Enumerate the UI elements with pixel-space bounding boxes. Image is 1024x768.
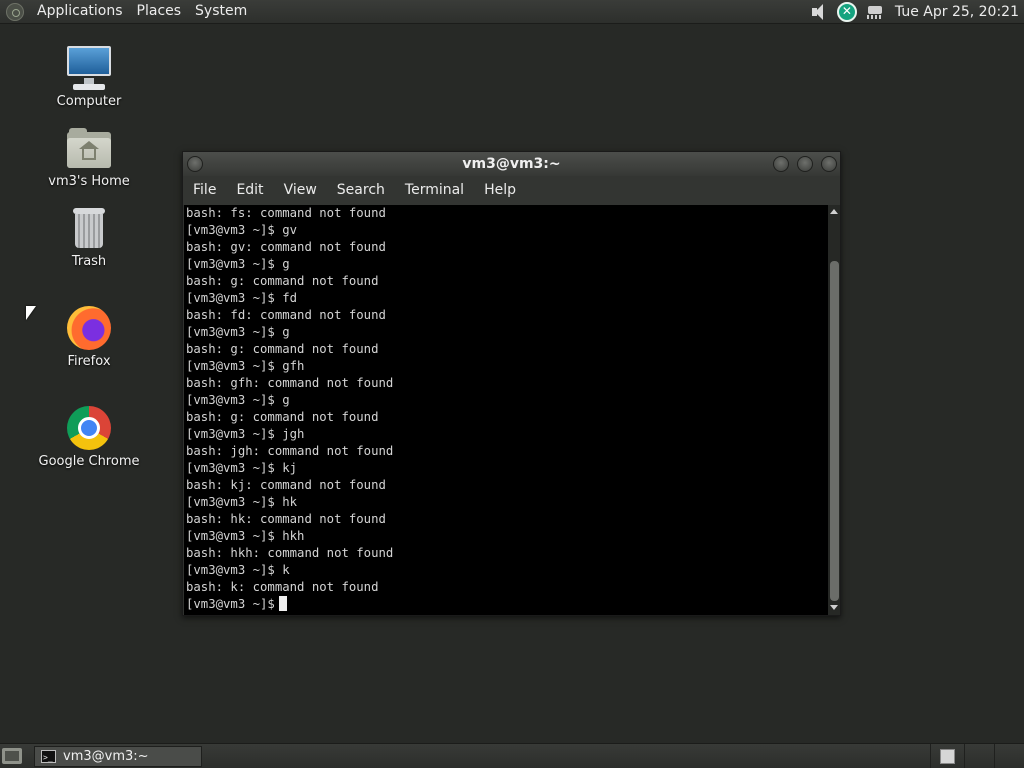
terminal-line: bash: g: command not found <box>186 274 379 288</box>
menu-help[interactable]: Help <box>474 176 526 205</box>
terminal-line: bash: k: command not found <box>186 580 379 594</box>
desktop-icon-label: vm3's Home <box>48 174 130 189</box>
home-folder-icon <box>65 124 113 172</box>
window-title: vm3@vm3:~ <box>462 156 561 172</box>
desktop-icon-label: Google Chrome <box>38 454 140 469</box>
places-menu[interactable]: Places <box>130 0 189 24</box>
show-desktop-icon[interactable] <box>2 748 22 764</box>
close-icon[interactable] <box>821 156 837 172</box>
scroll-up-icon[interactable] <box>829 207 839 217</box>
terminal-line: bash: kj: command not found <box>186 478 386 492</box>
terminal-line: [vm3@vm3 ~]$ g <box>186 257 290 271</box>
terminal-line: bash: g: command not found <box>186 342 379 356</box>
desktop-icon-home[interactable]: vm3's Home <box>29 124 149 189</box>
clock[interactable]: Tue Apr 25, 20:21 <box>889 4 1024 20</box>
computer-icon <box>65 44 113 92</box>
workspace-switcher-1[interactable] <box>940 749 955 764</box>
terminal-prompt: [vm3@vm3 ~]$ <box>186 597 275 611</box>
workspace-separator <box>964 744 965 768</box>
desktop-icon-label: Computer <box>56 94 122 109</box>
desktop-icon-computer[interactable]: Computer <box>29 44 149 109</box>
workspace-separator <box>994 744 995 768</box>
applications-menu[interactable]: Applications <box>30 0 130 24</box>
text-cursor <box>278 596 287 611</box>
menu-view[interactable]: View <box>274 176 327 205</box>
terminal-line: [vm3@vm3 ~]$ hkh <box>186 529 305 543</box>
window-menu-icon[interactable] <box>187 156 203 172</box>
volume-icon[interactable] <box>809 2 829 22</box>
distro-logo-icon[interactable] <box>6 2 24 21</box>
network-icon[interactable] <box>865 2 885 22</box>
top-panel: Applications Places System Tue Apr 25, 2… <box>0 0 1024 24</box>
menu-terminal[interactable]: Terminal <box>395 176 474 205</box>
minimize-icon[interactable] <box>773 156 789 172</box>
desktop-icon-label: Firefox <box>67 354 111 369</box>
terminal-line: bash: gv: command not found <box>186 240 386 254</box>
terminal-window[interactable]: vm3@vm3:~ File Edit View Search Terminal… <box>182 151 841 616</box>
taskbar-window-label: vm3@vm3:~ <box>63 749 149 764</box>
terminal-line: bash: g: command not found <box>186 410 379 424</box>
terminal-line: [vm3@vm3 ~]$ hk <box>186 495 298 509</box>
terminal-line: [vm3@vm3 ~]$ fd <box>186 291 298 305</box>
system-tray: Tue Apr 25, 20:21 <box>805 0 1024 24</box>
terminal-line: [vm3@vm3 ~]$ jgh <box>186 427 305 441</box>
chrome-icon <box>65 404 113 452</box>
window-titlebar[interactable]: vm3@vm3:~ <box>183 152 840 176</box>
terminal-scrollbar[interactable] <box>828 205 840 615</box>
firefox-icon <box>65 304 113 352</box>
terminal-prompt-line[interactable]: [vm3@vm3 ~]$ <box>186 596 828 613</box>
menu-edit[interactable]: Edit <box>226 176 273 205</box>
terminal-line: bash: hkh: command not found <box>186 546 394 560</box>
terminal-icon <box>41 748 56 767</box>
terminal-line: bash: fs: command not found <box>186 206 386 220</box>
system-menu[interactable]: System <box>188 0 254 24</box>
update-notifier-icon[interactable] <box>836 1 857 22</box>
desktop-icon-firefox[interactable]: Firefox <box>29 304 149 369</box>
terminal-menubar: File Edit View Search Terminal Help <box>183 176 840 205</box>
terminal-line: [vm3@vm3 ~]$ g <box>186 393 290 407</box>
terminal-line: [vm3@vm3 ~]$ gfh <box>186 359 305 373</box>
main-menu: Applications Places System <box>0 0 254 24</box>
workspace-separator <box>930 744 931 768</box>
terminal-output[interactable]: bash: fs: command not found [vm3@vm3 ~]$… <box>184 205 828 615</box>
terminal-line: bash: gfh: command not found <box>186 376 394 390</box>
maximize-icon[interactable] <box>797 156 813 172</box>
terminal-line: [vm3@vm3 ~]$ g <box>186 325 290 339</box>
scroll-down-icon[interactable] <box>829 603 839 613</box>
trash-icon <box>65 204 113 252</box>
desktop-icon-chrome[interactable]: Google Chrome <box>29 404 149 469</box>
menu-search[interactable]: Search <box>327 176 395 205</box>
desktop-icon-trash[interactable]: Trash <box>29 204 149 269</box>
bottom-panel: vm3@vm3:~ <box>0 743 1024 768</box>
desktop-icon-label: Trash <box>71 254 107 269</box>
terminal-line: bash: jgh: command not found <box>186 444 394 458</box>
menu-file[interactable]: File <box>183 176 226 205</box>
terminal-line: bash: fd: command not found <box>186 308 386 322</box>
taskbar-window-button[interactable]: vm3@vm3:~ <box>34 746 202 767</box>
terminal-line: [vm3@vm3 ~]$ gv <box>186 223 298 237</box>
scroll-thumb[interactable] <box>830 261 839 601</box>
terminal-line: bash: hk: command not found <box>186 512 386 526</box>
terminal-line: [vm3@vm3 ~]$ k <box>186 563 290 577</box>
terminal-line: [vm3@vm3 ~]$ kj <box>186 461 298 475</box>
